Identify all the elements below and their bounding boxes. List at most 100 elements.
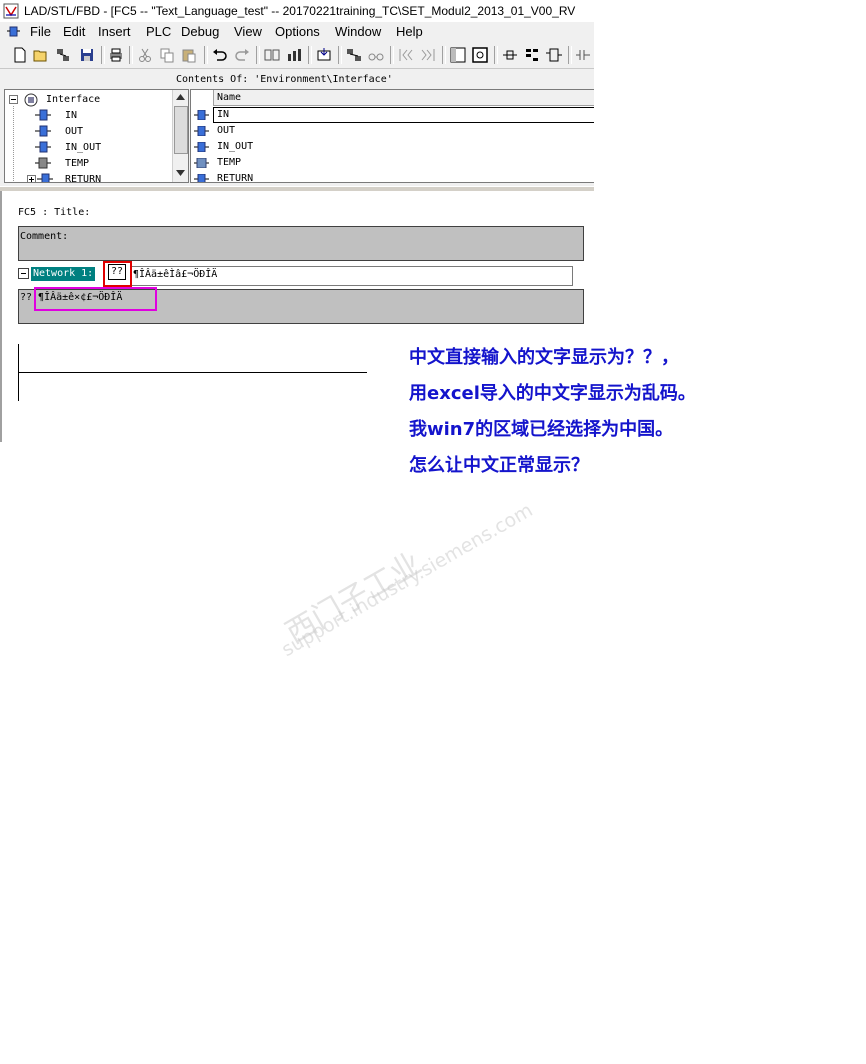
detail-row-label: IN_OUT	[217, 141, 254, 152]
menu-insert[interactable]: Insert	[98, 24, 131, 39]
copy-icon[interactable]	[158, 46, 176, 64]
detail-row[interactable]: IN_OUT	[191, 139, 594, 155]
details-icon[interactable]	[471, 46, 489, 64]
toolbar-separator	[101, 46, 105, 64]
undo-icon[interactable]	[211, 46, 229, 64]
param-inout-icon	[35, 141, 51, 153]
network-collapse-icon[interactable]	[18, 268, 29, 279]
menu-help[interactable]: Help	[396, 24, 423, 39]
detail-row[interactable]: IN	[191, 107, 594, 123]
stl-view-icon[interactable]	[523, 46, 541, 64]
tree-label: RETURN	[65, 174, 102, 183]
param-temp-icon	[194, 158, 209, 168]
window-title: LAD/STL/FBD - [FC5 -- "Text_Language_tes…	[24, 4, 576, 18]
column-header-name[interactable]: Name	[213, 90, 594, 106]
network-title-field[interactable]: ¶ÎÂä±êÌâ£¬ÖÐÎÄ	[130, 266, 573, 286]
block-comment-box[interactable]: Comment:	[18, 226, 584, 261]
param-temp-icon	[35, 157, 51, 169]
param-in-icon	[35, 109, 51, 121]
menu-window[interactable]: Window	[335, 24, 381, 39]
editor-left-edge	[0, 191, 2, 442]
block-icon	[7, 26, 20, 37]
fbd-view-icon[interactable]	[545, 46, 563, 64]
menu-view[interactable]: View	[234, 24, 262, 39]
contents-of-label: Contents Of: 'Environment\Interface'	[176, 74, 393, 85]
tree-label: IN_OUT	[65, 142, 102, 153]
network-title-text: ¶ÎÂä±êÌâ£¬ÖÐÎÄ	[133, 269, 218, 280]
scroll-thumb[interactable]	[174, 106, 188, 154]
watermark-url: support.industry.siemens.com	[278, 499, 537, 662]
magenta-highlight-box	[34, 287, 157, 311]
toolbar-separator	[390, 46, 394, 64]
menu-plc[interactable]: PLC	[146, 24, 171, 39]
monitor-icon[interactable]	[285, 46, 303, 64]
menu-file[interactable]: File	[30, 24, 51, 39]
toolbar-separator	[442, 46, 446, 64]
download-icon[interactable]	[315, 46, 333, 64]
detail-row-label: OUT	[217, 125, 236, 136]
menu-bar: File Edit Insert PLC Debug View Options …	[0, 22, 594, 42]
network-label[interactable]: Network 1:	[31, 267, 96, 281]
column-header-label: Name	[217, 92, 242, 103]
open-folder-icon[interactable]	[32, 46, 50, 64]
overview-icon[interactable]	[449, 46, 467, 64]
network-icon[interactable]	[345, 46, 363, 64]
param-out-icon	[35, 125, 51, 137]
menu-options[interactable]: Options	[275, 24, 320, 39]
annotation-line: 我win7的区域已经选择为中国。	[409, 419, 674, 440]
tree-scrollbar[interactable]	[172, 90, 188, 182]
param-inout-icon	[194, 142, 209, 152]
menu-edit[interactable]: Edit	[63, 24, 85, 39]
prev-network-icon[interactable]	[397, 46, 415, 64]
param-return-icon	[194, 174, 209, 182]
param-return-icon	[37, 173, 53, 182]
redo-icon[interactable]	[233, 46, 251, 64]
title-bar: LAD/STL/FBD - [FC5 -- "Text_Language_tes…	[0, 0, 594, 22]
symbols-icon[interactable]	[263, 46, 281, 64]
red-highlight-box	[103, 261, 132, 287]
toolbar-separator	[204, 46, 208, 64]
tree-label: Interface	[46, 94, 101, 105]
accessible-nodes-icon[interactable]	[54, 46, 72, 64]
toolbar-separator	[308, 46, 312, 64]
scroll-up-icon[interactable]	[176, 94, 185, 100]
detail-row-label: IN	[217, 109, 230, 120]
tree-label: OUT	[65, 126, 84, 137]
detail-row[interactable]: RETURN	[191, 171, 594, 182]
detail-row[interactable]: TEMP	[191, 155, 594, 171]
block-title[interactable]: FC5 : Title:	[18, 207, 90, 218]
selection-box	[213, 107, 594, 123]
print-icon[interactable]	[107, 46, 125, 64]
toolbar	[0, 42, 594, 69]
detail-row[interactable]: OUT	[191, 123, 594, 139]
tree-lines	[13, 106, 14, 182]
new-icon[interactable]	[11, 46, 29, 64]
menu-debug[interactable]: Debug	[181, 24, 219, 39]
comment-label: Comment:	[20, 231, 69, 242]
interface-icon	[24, 93, 38, 107]
cut-icon[interactable]	[136, 46, 154, 64]
toolbar-separator	[129, 46, 133, 64]
paste-icon[interactable]	[180, 46, 198, 64]
scroll-down-icon[interactable]	[176, 170, 185, 176]
app-icon	[3, 3, 19, 19]
save-icon[interactable]	[78, 46, 96, 64]
tree-label: IN	[65, 110, 78, 121]
ladder-rung[interactable]	[18, 372, 367, 373]
toolbar-separator	[338, 46, 342, 64]
interface-tree[interactable]: Interface IN OUT IN_OUT TEMP RETURN	[4, 89, 189, 183]
toolbar-separator	[256, 46, 260, 64]
contact-icon[interactable]	[574, 46, 592, 64]
tree-label: TEMP	[65, 158, 90, 169]
next-network-icon[interactable]	[419, 46, 437, 64]
glasses-icon[interactable]	[367, 46, 385, 64]
interface-detail-list[interactable]: Name IN OUT IN_OUT TEMP RETURN	[190, 89, 594, 183]
param-in-icon	[194, 110, 209, 120]
param-out-icon	[194, 126, 209, 136]
expand-icon[interactable]	[27, 175, 36, 183]
collapse-icon[interactable]	[9, 95, 18, 104]
lad-view-icon[interactable]	[501, 46, 519, 64]
toolbar-separator	[494, 46, 498, 64]
toolbar-separator	[568, 46, 572, 64]
detail-row-label: TEMP	[217, 157, 242, 168]
